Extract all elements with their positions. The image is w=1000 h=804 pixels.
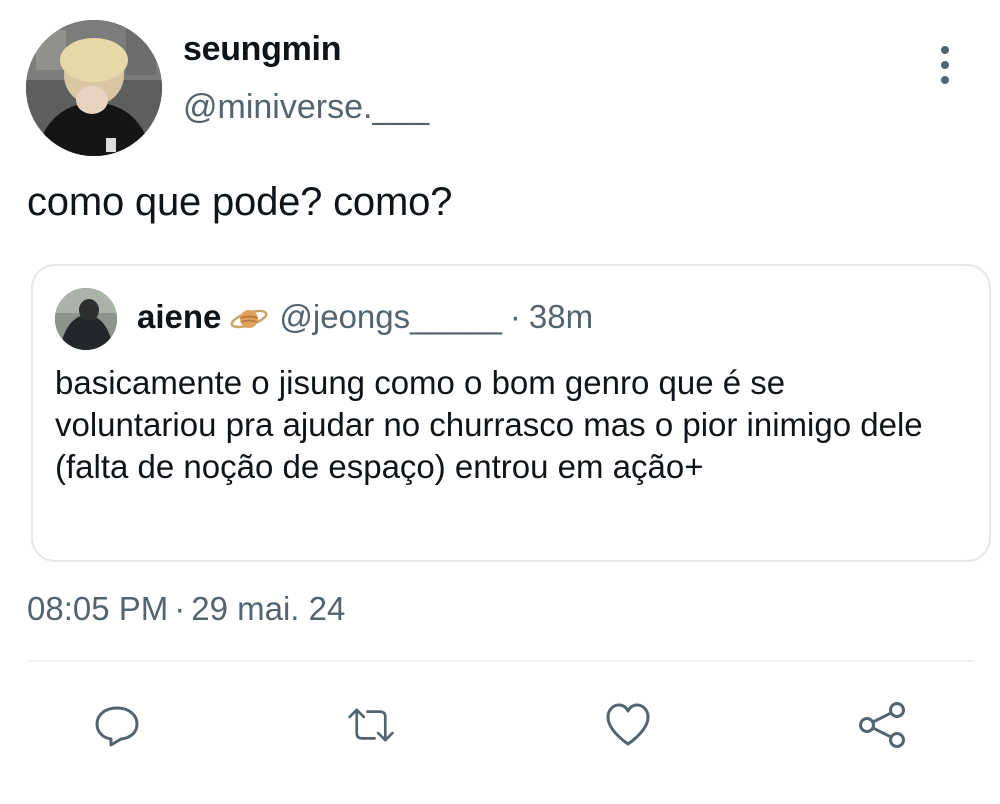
ringed-planet-icon <box>229 303 269 331</box>
quoted-avatar-photo <box>55 288 117 350</box>
author-avatar[interactable] <box>26 20 162 156</box>
author-handle[interactable]: @miniverse.___ <box>183 88 429 127</box>
retweet-icon <box>348 708 394 742</box>
quoted-tweet-text: basicamente o jisung como o bom genro qu… <box>55 364 923 485</box>
tweet-time: 08:05 PM <box>27 590 169 627</box>
timestamp-separator: · <box>174 590 186 627</box>
retweet-button[interactable] <box>346 700 396 750</box>
more-icon-dot <box>941 61 949 69</box>
tweet-text: como que pode? como? <box>27 180 453 224</box>
tweet-date: 29 mai. 24 <box>191 590 346 627</box>
share-icon <box>859 702 905 748</box>
more-icon-dot <box>941 46 949 54</box>
quoted-tweet-card[interactable]: aiene @jeongs_____ · 38m basicamente o j… <box>31 264 991 562</box>
quoted-handle: @jeongs_____ <box>279 298 502 335</box>
reply-icon <box>95 706 139 747</box>
tweet-timestamp[interactable]: 08:05 PM · 29 mai. 24 <box>27 590 345 628</box>
more-icon-dot <box>941 76 949 84</box>
quoted-author-avatar <box>55 288 117 350</box>
author-display-name[interactable]: seungmin <box>183 30 341 69</box>
quoted-header: aiene @jeongs_____ · 38m <box>137 298 593 336</box>
like-icon <box>606 703 650 746</box>
divider <box>27 660 974 662</box>
quoted-separator: · <box>509 298 521 335</box>
reply-button[interactable] <box>92 700 142 750</box>
more-options-button[interactable] <box>920 40 970 90</box>
quoted-display-name: aiene <box>137 298 222 335</box>
quoted-time: 38m <box>528 298 594 335</box>
avatar-photo <box>26 20 162 156</box>
share-button[interactable] <box>857 700 907 750</box>
like-button[interactable] <box>603 700 653 750</box>
